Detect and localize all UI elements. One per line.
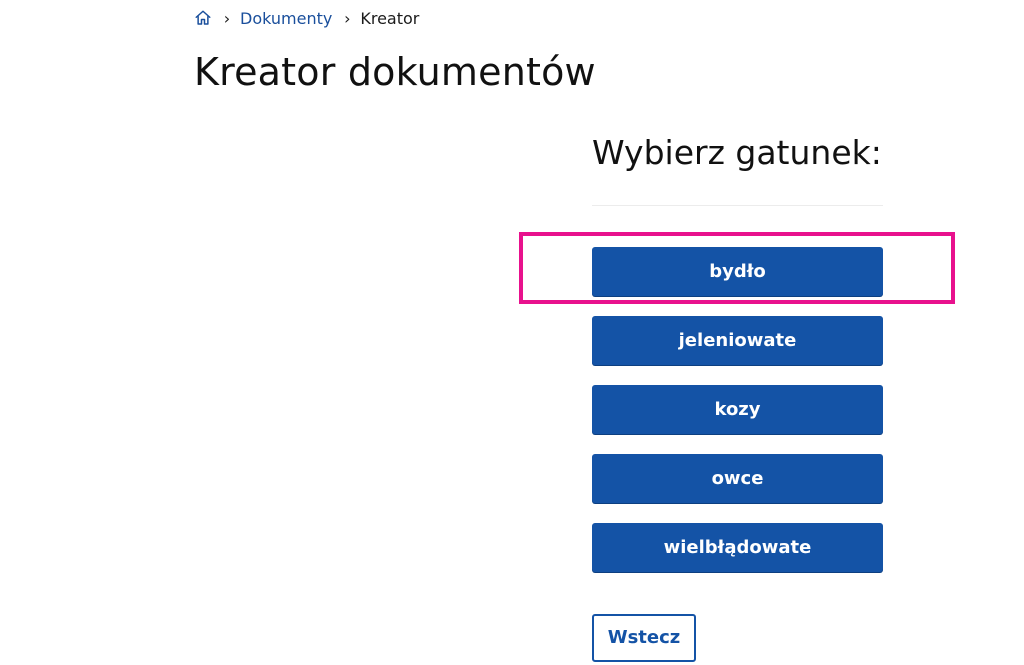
species-button-owce[interactable]: owce: [592, 454, 883, 503]
chevron-right-icon: ›: [344, 8, 351, 28]
divider: [592, 205, 883, 206]
breadcrumb-current: Kreator: [360, 8, 420, 28]
page: › Dokumenty › Kreator Kreator dokumentów…: [0, 0, 1024, 665]
species-button-kozy[interactable]: kozy: [592, 385, 883, 434]
back-button[interactable]: Wstecz: [592, 614, 696, 662]
species-button-jeleniowate[interactable]: jeleniowate: [592, 316, 883, 365]
page-title: Kreator dokumentów: [194, 50, 596, 94]
home-icon[interactable]: [194, 9, 212, 27]
species-button-wielbladowate[interactable]: wielbłądowate: [592, 523, 883, 572]
breadcrumb-link-dokumenty[interactable]: Dokumenty: [240, 9, 332, 28]
highlight-box: [519, 232, 955, 304]
section-title: Wybierz gatunek:: [592, 133, 882, 172]
chevron-right-icon: ›: [223, 8, 231, 28]
breadcrumb: › Dokumenty › Kreator: [194, 6, 419, 30]
